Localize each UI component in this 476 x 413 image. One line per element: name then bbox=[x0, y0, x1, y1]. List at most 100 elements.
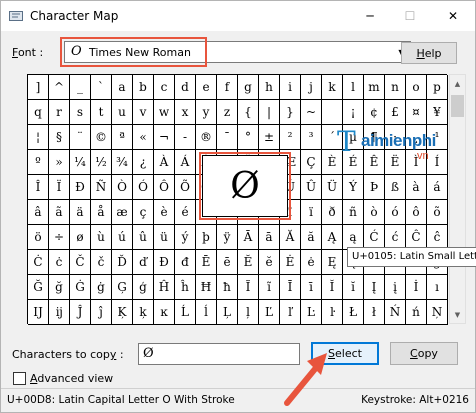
char-cell[interactable]: ÷ bbox=[49, 225, 70, 250]
char-cell[interactable]: ē bbox=[217, 250, 238, 275]
char-cell[interactable]: ~ bbox=[301, 100, 322, 125]
char-cell[interactable]: ± bbox=[259, 125, 280, 150]
characters-to-copy-input[interactable]: Ø bbox=[138, 343, 300, 365]
copy-button[interactable]: Copy bbox=[390, 342, 458, 365]
char-cell[interactable]: ĸ bbox=[154, 300, 175, 325]
char-cell[interactable]: } bbox=[280, 100, 301, 125]
char-cell[interactable]: Č bbox=[70, 250, 91, 275]
char-cell[interactable]: ĥ bbox=[175, 275, 196, 300]
char-cell[interactable]: g bbox=[238, 75, 259, 100]
char-cell[interactable]: ė bbox=[301, 250, 322, 275]
char-cell[interactable]: ¯ bbox=[217, 125, 238, 150]
char-cell[interactable]: Ĕ bbox=[238, 250, 259, 275]
char-cell[interactable]: b bbox=[133, 75, 154, 100]
char-cell[interactable]: ċ bbox=[49, 250, 70, 275]
char-cell[interactable]: § bbox=[49, 125, 70, 150]
char-cell[interactable]: £ bbox=[385, 100, 406, 125]
char-cell[interactable]: a bbox=[112, 75, 133, 100]
scroll-up-icon[interactable]: ▲ bbox=[450, 75, 465, 92]
char-cell[interactable]: ķ bbox=[133, 300, 154, 325]
char-cell[interactable]: Ç bbox=[301, 150, 322, 175]
char-cell[interactable]: Ī bbox=[280, 275, 301, 300]
char-cell[interactable]: ħ bbox=[217, 275, 238, 300]
char-cell[interactable]: õ bbox=[427, 200, 448, 225]
char-cell[interactable]: ½ bbox=[91, 150, 112, 175]
char-cell[interactable]: á bbox=[427, 175, 448, 200]
char-cell[interactable]: Ü bbox=[322, 175, 343, 200]
char-cell[interactable]: ğ bbox=[49, 275, 70, 300]
char-cell[interactable]: ¡ bbox=[343, 100, 364, 125]
char-cell[interactable]: Ï bbox=[49, 175, 70, 200]
char-cell[interactable]: é bbox=[175, 200, 196, 225]
char-cell[interactable]: ¬ bbox=[154, 125, 175, 150]
char-cell[interactable]: Ľ bbox=[259, 300, 280, 325]
char-cell[interactable]: Ĥ bbox=[154, 275, 175, 300]
char-cell[interactable]: x bbox=[175, 100, 196, 125]
char-cell[interactable]: Ď bbox=[112, 250, 133, 275]
char-cell[interactable]: Ŀ bbox=[301, 300, 322, 325]
char-cell[interactable]: Ļ bbox=[217, 300, 238, 325]
char-cell[interactable]: Ņ bbox=[427, 300, 448, 325]
char-cell[interactable]: q bbox=[28, 100, 49, 125]
char-cell[interactable]: û bbox=[133, 225, 154, 250]
char-cell[interactable]: Ł bbox=[343, 300, 364, 325]
char-cell[interactable]: m bbox=[364, 75, 385, 100]
char-cell[interactable]: Ó bbox=[133, 175, 154, 200]
char-cell[interactable]: Ą bbox=[322, 225, 343, 250]
char-cell[interactable]: è bbox=[154, 200, 175, 225]
char-cell[interactable]: ^ bbox=[49, 75, 70, 100]
char-cell[interactable]: ĭ bbox=[343, 275, 364, 300]
char-cell[interactable]: o bbox=[406, 75, 427, 100]
char-cell[interactable]: č bbox=[91, 250, 112, 275]
grid-scrollbar[interactable]: ▲ ▼ bbox=[449, 74, 466, 324]
char-cell[interactable]: ń bbox=[406, 300, 427, 325]
char-cell[interactable]: ] bbox=[28, 75, 49, 100]
maximize-button[interactable]: ☐ bbox=[390, 1, 430, 31]
char-cell[interactable]: d bbox=[175, 75, 196, 100]
char-cell[interactable]: ³ bbox=[301, 125, 322, 150]
char-cell[interactable]: Ý bbox=[343, 175, 364, 200]
char-cell[interactable]: æ bbox=[112, 200, 133, 225]
char-cell[interactable]: Ē bbox=[196, 250, 217, 275]
char-cell[interactable]: ó bbox=[385, 200, 406, 225]
help-button[interactable]: Help bbox=[401, 42, 457, 64]
char-cell[interactable]: ú bbox=[112, 225, 133, 250]
char-cell[interactable]: À bbox=[154, 150, 175, 175]
char-cell[interactable]: ä bbox=[70, 200, 91, 225]
char-cell[interactable]: Ā bbox=[238, 225, 259, 250]
char-cell[interactable]: ŀ bbox=[322, 300, 343, 325]
char-cell[interactable]: Þ bbox=[364, 175, 385, 200]
char-cell[interactable]: Î bbox=[28, 175, 49, 200]
char-cell[interactable]: İ bbox=[406, 275, 427, 300]
char-cell[interactable]: ĺ bbox=[196, 300, 217, 325]
char-cell[interactable]: Ĺ bbox=[175, 300, 196, 325]
char-cell[interactable]: ģ bbox=[133, 275, 154, 300]
char-cell[interactable]: Ń bbox=[385, 300, 406, 325]
char-cell[interactable]: Ė bbox=[280, 250, 301, 275]
char-cell[interactable]: k bbox=[322, 75, 343, 100]
char-cell[interactable]: w bbox=[154, 100, 175, 125]
char-cell[interactable]: « bbox=[133, 125, 154, 150]
char-cell[interactable]: Ĵ bbox=[70, 300, 91, 325]
char-cell[interactable]: å bbox=[91, 200, 112, 225]
char-cell[interactable]: ļ bbox=[238, 300, 259, 325]
char-cell[interactable]: ¾ bbox=[112, 150, 133, 175]
char-cell[interactable]: s bbox=[70, 100, 91, 125]
char-cell[interactable]: ¤ bbox=[406, 100, 427, 125]
char-cell[interactable]: à bbox=[406, 175, 427, 200]
char-cell[interactable]: { bbox=[238, 100, 259, 125]
char-cell[interactable]: Ĳ bbox=[28, 300, 49, 325]
char-cell[interactable]: į bbox=[385, 275, 406, 300]
char-cell[interactable]: ď bbox=[133, 250, 154, 275]
char-cell[interactable]: v bbox=[133, 100, 154, 125]
char-cell[interactable]: ľ bbox=[280, 300, 301, 325]
char-cell[interactable]: ò bbox=[364, 200, 385, 225]
char-cell[interactable]: Ę bbox=[322, 250, 343, 275]
char-cell[interactable]: ° bbox=[238, 125, 259, 150]
char-cell[interactable]: ĳ bbox=[49, 300, 70, 325]
char-cell[interactable]: Ð bbox=[70, 175, 91, 200]
char-cell[interactable]: Ô bbox=[154, 175, 175, 200]
char-cell[interactable]: t bbox=[91, 100, 112, 125]
char-cell[interactable]: e bbox=[196, 75, 217, 100]
char-cell[interactable]: ð bbox=[322, 200, 343, 225]
